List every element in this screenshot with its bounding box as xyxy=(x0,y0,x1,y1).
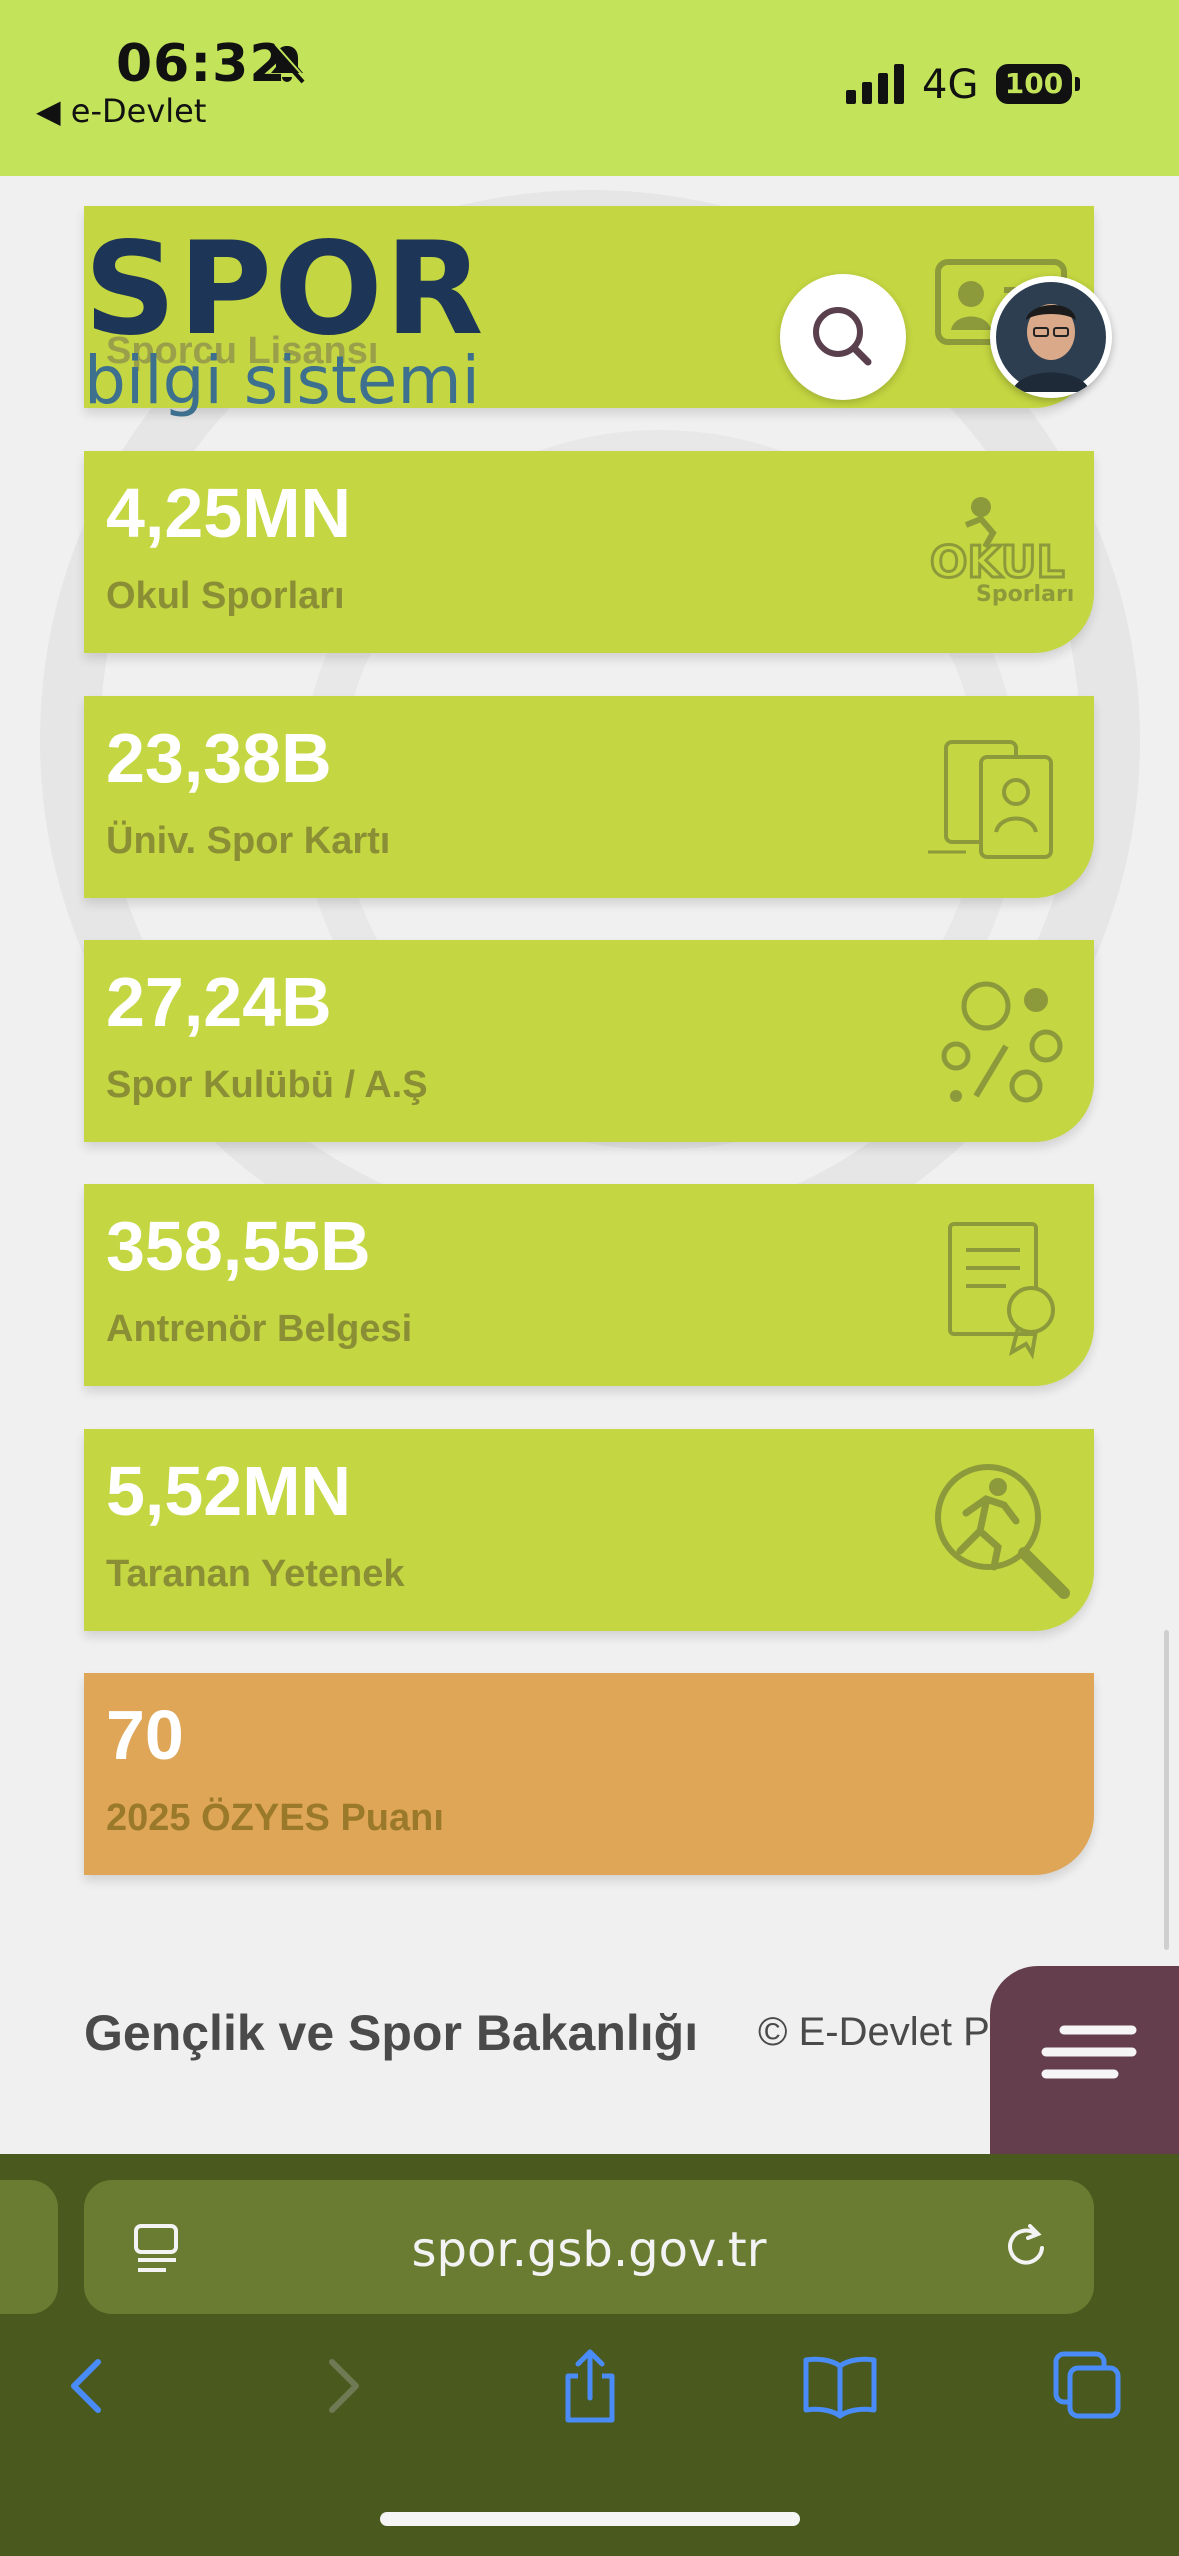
back-to-app-link[interactable]: ◀ e-Devlet xyxy=(36,92,206,130)
cellular-signal-icon xyxy=(846,64,904,104)
network-type: 4G xyxy=(922,62,979,108)
stat-card-okul-sporlari[interactable]: 4,25MN Okul Sporları OKUL Sporları xyxy=(84,451,1094,653)
talent-search-icon xyxy=(935,1464,1070,1599)
home-indicator[interactable] xyxy=(380,2512,800,2526)
stat-card-ozyes-puani[interactable]: 70 2025 ÖZYES Puanı xyxy=(84,1673,1094,1875)
scrollbar[interactable] xyxy=(1164,1630,1169,1950)
url-text[interactable]: spor.gsb.gov.tr xyxy=(84,2222,1094,2278)
svg-text:OKUL: OKUL xyxy=(930,537,1065,588)
address-bar[interactable]: spor.gsb.gov.tr xyxy=(84,2180,1094,2314)
stat-value: 23,38B xyxy=(106,719,332,797)
stat-value: 4,25MN xyxy=(106,474,352,552)
stat-label: 2025 ÖZYES Puanı xyxy=(106,1797,444,1839)
previous-tab-peek[interactable] xyxy=(0,2180,58,2314)
stat-card-antrenor-belgesi[interactable]: 358,55B Antrenör Belgesi xyxy=(84,1184,1094,1386)
stat-label: Üniv. Spor Kartı xyxy=(106,820,391,862)
stat-card-univ-spor-karti[interactable]: 23,38B Üniv. Spor Kartı xyxy=(84,696,1094,898)
okul-sporlari-logo-icon: OKUL Sporları xyxy=(929,497,1074,607)
sport-card-icon xyxy=(928,740,1053,859)
status-bar: 06:32 ◀ e-Devlet 4G 100 xyxy=(0,0,1179,176)
reload-icon[interactable] xyxy=(1000,2220,1054,2274)
tabs-icon[interactable] xyxy=(1046,2344,1130,2428)
browser-toolbar: spor.gsb.gov.tr xyxy=(0,2154,1179,2556)
battery-tip xyxy=(1075,77,1080,91)
stat-label: Spor Kulübü / A.Ş xyxy=(106,1064,428,1106)
ministry-name: Gençlik ve Spor Bakanlığı xyxy=(84,2005,699,2061)
menu-icon xyxy=(1041,2025,1137,2079)
sports-equipment-icon xyxy=(941,981,1063,1103)
back-icon[interactable] xyxy=(46,2344,130,2428)
share-icon[interactable] xyxy=(548,2344,632,2428)
stat-label: Okul Sporları xyxy=(106,575,345,617)
search-icon xyxy=(813,307,872,366)
stat-value: 70 xyxy=(106,1696,184,1774)
stat-value: 5,52MN xyxy=(106,1452,352,1530)
certificate-icon xyxy=(948,1222,1055,1360)
stat-card-spor-kulubu[interactable]: 27,24B Spor Kulübü / A.Ş xyxy=(84,940,1094,1142)
bell-slash-icon xyxy=(269,43,306,84)
stat-value: 27,24B xyxy=(106,963,332,1041)
spor-bilgi-sistemi-logo[interactable]: SPOR bilgi sistemi xyxy=(84,226,485,414)
menu-button[interactable] xyxy=(990,1966,1179,2156)
bookmarks-icon[interactable] xyxy=(798,2344,882,2428)
stat-label: Antrenör Belgesi xyxy=(106,1308,413,1350)
user-avatar[interactable] xyxy=(990,276,1112,398)
copyright-text: © E-Devlet P xyxy=(758,2010,990,2054)
logo-word: SPOR xyxy=(84,215,486,364)
battery-indicator: 100 xyxy=(996,64,1072,104)
forward-icon[interactable] xyxy=(300,2344,384,2428)
avatar-photo xyxy=(996,282,1106,392)
svg-text:Sporları: Sporları xyxy=(976,582,1074,607)
clock: 06:32 xyxy=(116,34,287,94)
search-button[interactable] xyxy=(780,274,906,400)
stat-label: Taranan Yetenek xyxy=(106,1553,405,1595)
stat-card-taranan-yetenek[interactable]: 5,52MN Taranan Yetenek xyxy=(84,1429,1094,1631)
logo-subtitle: bilgi sistemi xyxy=(84,342,480,419)
stat-value: 358,55B xyxy=(106,1207,371,1285)
